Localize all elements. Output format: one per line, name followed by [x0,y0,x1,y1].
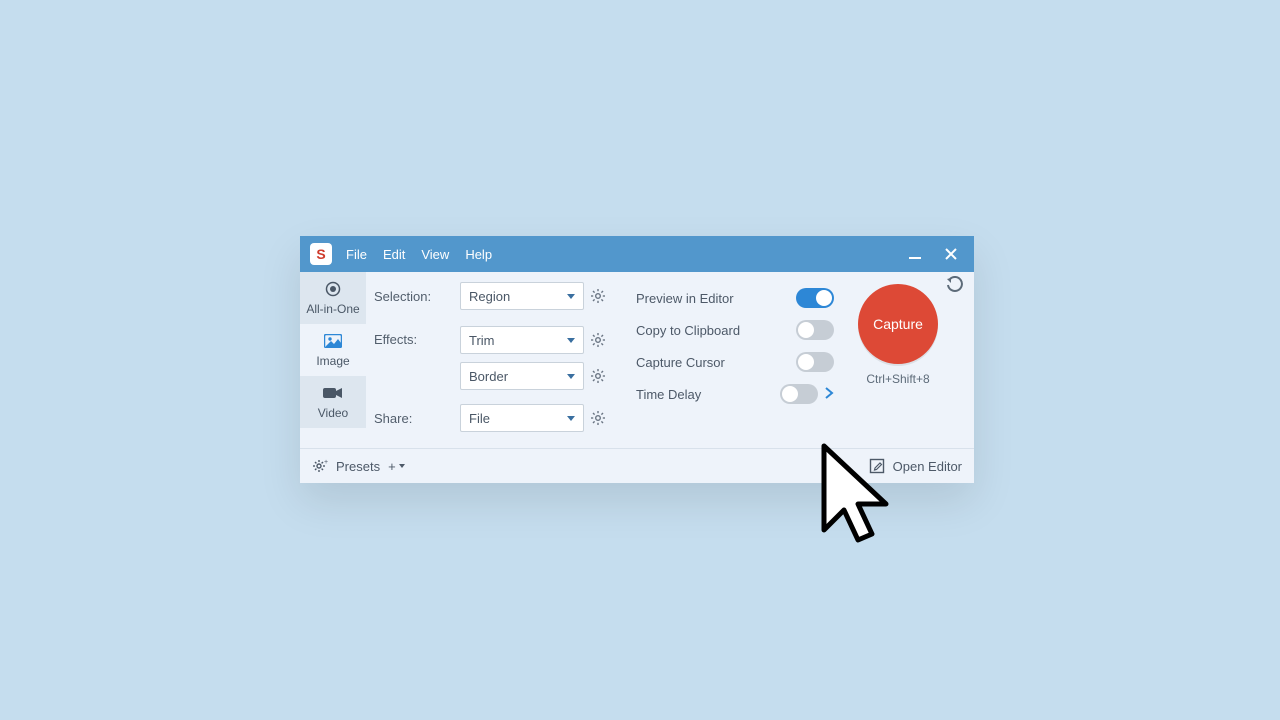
video-icon [323,384,343,402]
menu-help[interactable]: Help [465,247,492,262]
menu-edit[interactable]: Edit [383,247,405,262]
share-label: Share: [374,411,460,426]
capture-cursor-label: Capture Cursor [636,355,796,370]
tab-all-in-one[interactable]: All-in-One [300,272,366,324]
gear-icon[interactable] [590,368,606,384]
effects-label: Effects: [374,326,460,347]
open-editor-button[interactable]: Open Editor [893,459,962,474]
cursor-icon [818,442,896,555]
caret-down-icon [567,416,575,421]
tab-label: Image [316,354,349,368]
selection-label: Selection: [374,289,460,304]
copy-to-clipboard-label: Copy to Clipboard [636,323,796,338]
app-logo: S [310,243,332,265]
mode-tabs: All-in-One Image Video [300,272,366,448]
menu-bar: File Edit View Help [346,247,492,262]
capture-hotkey: Ctrl+Shift+8 [866,372,929,386]
titlebar: S File Edit View Help [300,236,974,272]
caret-down-icon [398,462,406,470]
time-delay-label: Time Delay [636,387,780,402]
add-preset-button[interactable]: + [388,459,396,474]
capture-cursor-toggle[interactable] [796,352,834,372]
capture-button[interactable]: Capture [858,284,938,364]
minimize-button[interactable] [908,247,922,261]
tab-label: Video [318,406,348,420]
effect-trim-dropdown[interactable]: Trim [460,326,584,354]
menu-view[interactable]: View [421,247,449,262]
gear-icon[interactable] [590,288,606,304]
caret-down-icon [567,374,575,379]
tab-image[interactable]: Image [300,324,366,376]
selection-dropdown[interactable]: Region [460,282,584,310]
svg-text:+: + [324,459,328,466]
preview-in-editor-toggle[interactable] [796,288,834,308]
tab-video[interactable]: Video [300,376,366,428]
gear-icon[interactable] [590,410,606,426]
caret-down-icon [567,338,575,343]
caret-down-icon [567,294,575,299]
tab-label: All-in-One [306,302,359,316]
chevron-right-icon[interactable] [824,387,834,402]
share-dropdown[interactable]: File [460,404,584,432]
gear-plus-icon[interactable]: + [312,458,328,474]
menu-file[interactable]: File [346,247,367,262]
close-button[interactable] [944,247,958,261]
undo-icon[interactable] [946,276,964,297]
preview-in-editor-label: Preview in Editor [636,291,796,306]
presets-button[interactable]: Presets [336,459,380,474]
copy-to-clipboard-toggle[interactable] [796,320,834,340]
image-icon [324,332,342,350]
gear-icon[interactable] [590,332,606,348]
effect-border-dropdown[interactable]: Border [460,362,584,390]
record-icon [325,280,341,298]
time-delay-toggle[interactable] [780,384,818,404]
